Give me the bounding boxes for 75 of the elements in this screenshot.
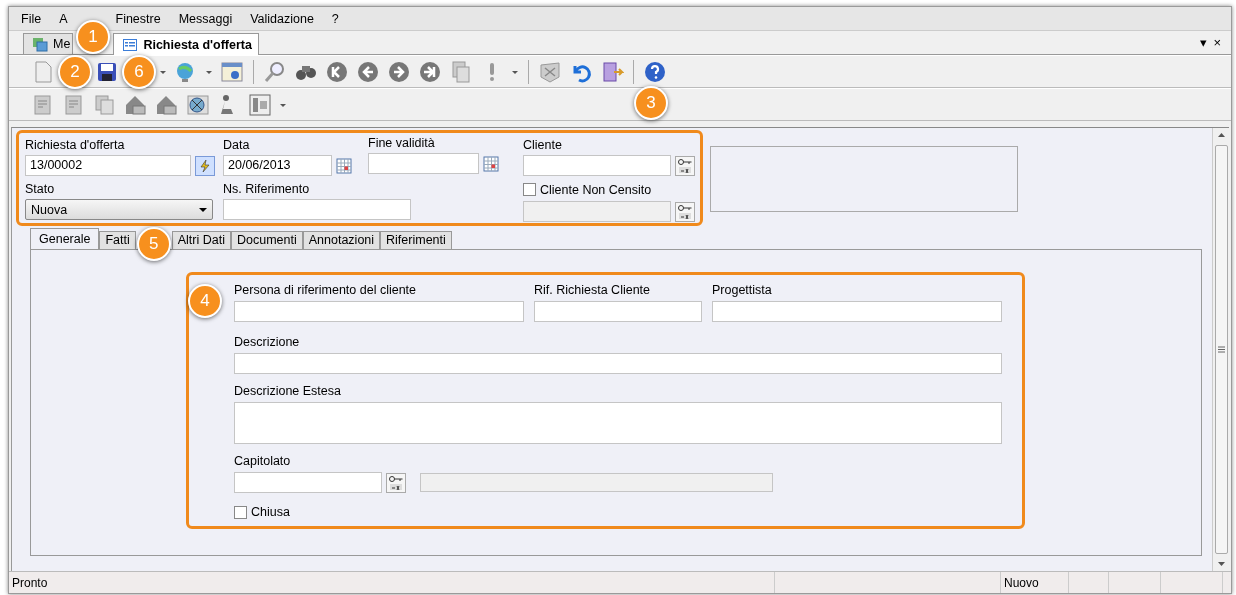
text-field[interactable] (234, 353, 1002, 374)
field-label: Fine validità (368, 136, 436, 151)
text-field[interactable] (234, 472, 382, 493)
text-field[interactable] (368, 153, 479, 174)
field-label: Cliente (523, 138, 563, 153)
key-az-icon (677, 157, 693, 174)
status-text: Pronto (9, 572, 775, 593)
text-field[interactable] (234, 301, 524, 322)
exit-door-icon[interactable] (600, 59, 624, 84)
field-label: Capitolato (234, 454, 292, 469)
field-label: Progettista (712, 283, 773, 298)
callout-badge: 6 (122, 54, 156, 89)
key-az-icon (388, 474, 404, 491)
text-field[interactable]: 13/00002 (25, 155, 191, 176)
window-stack-icon (32, 36, 48, 52)
lightning-icon (198, 158, 212, 173)
menu-item[interactable]: ? (327, 11, 343, 26)
menu-item[interactable]: Messaggi (174, 11, 237, 26)
calendar-icon[interactable] (336, 157, 352, 174)
generate-number-button[interactable] (195, 155, 215, 176)
field-label: Descrizione Estesa (234, 384, 342, 399)
layout-icon[interactable] (248, 92, 272, 117)
checkbox[interactable] (523, 183, 536, 196)
text-field[interactable] (420, 473, 773, 492)
scrollbar[interactable] (1212, 128, 1229, 571)
copy-refresh-icon[interactable] (449, 59, 473, 84)
tab[interactable]: Annotazioni (302, 231, 381, 249)
help-icon[interactable] (643, 59, 667, 84)
menu-item[interactable]: Finestre (111, 11, 165, 26)
cancel-icon[interactable] (538, 59, 562, 84)
tab[interactable]: Fatti (99, 231, 136, 249)
calendar-icon[interactable] (483, 155, 499, 172)
lookup-button[interactable] (386, 472, 406, 493)
text-field[interactable] (712, 301, 1002, 322)
settings-window-icon[interactable] (220, 59, 244, 84)
field-label: Persona di riferimento del cliente (234, 283, 418, 298)
text-field[interactable]: 20/06/2013 (223, 155, 332, 176)
tab[interactable]: Documenti (231, 231, 303, 249)
menu-item[interactable]: A (55, 11, 68, 26)
field-label: Descrizione (234, 335, 301, 350)
grip-icon (1217, 346, 1225, 353)
search-icon[interactable] (263, 59, 287, 84)
text-field[interactable] (223, 199, 411, 220)
callout-badge: 5 (136, 227, 171, 261)
tab[interactable]: Altri Dati (171, 231, 231, 249)
tab[interactable]: Riferimenti (380, 231, 452, 249)
tab[interactable]: Generale (30, 228, 100, 249)
document-tab[interactable]: Me (23, 33, 74, 54)
field-label: Ns. Riferimento (223, 182, 311, 197)
status-text: Nuovo (1001, 572, 1069, 593)
lookup-button[interactable] (675, 201, 695, 222)
document-tab[interactable]: Richiesta d'offerta (113, 33, 259, 55)
field-label: Stato (25, 182, 56, 197)
callout-badge: 2 (58, 54, 92, 89)
key-az-icon (677, 203, 693, 220)
compass-icon[interactable] (186, 92, 210, 117)
checkbox-label: Cliente Non Censito (540, 182, 652, 197)
text-field[interactable] (523, 155, 671, 176)
text-field[interactable] (534, 301, 702, 322)
form-list-icon (122, 36, 139, 53)
field-label: Data (223, 138, 251, 153)
menu-item[interactable]: Validazione (246, 11, 318, 26)
status-dropdown[interactable]: Nuova (25, 199, 213, 220)
field-label: Rif. Richiesta Cliente (534, 283, 651, 298)
copy-icon[interactable] (93, 92, 117, 117)
field-label: Richiesta d'offerta (25, 138, 126, 153)
checkbox-label: Chiusa (251, 505, 290, 519)
menu-item[interactable]: File (17, 11, 46, 26)
caret-icon (199, 205, 207, 214)
checkbox[interactable] (234, 505, 247, 519)
text-field[interactable] (234, 402, 1002, 444)
lookup-button[interactable] (675, 155, 695, 176)
dropdown-arrow[interactable]: ▾ (1200, 35, 1208, 50)
text-field[interactable] (523, 201, 671, 222)
close-button[interactable]: × (1213, 35, 1221, 50)
